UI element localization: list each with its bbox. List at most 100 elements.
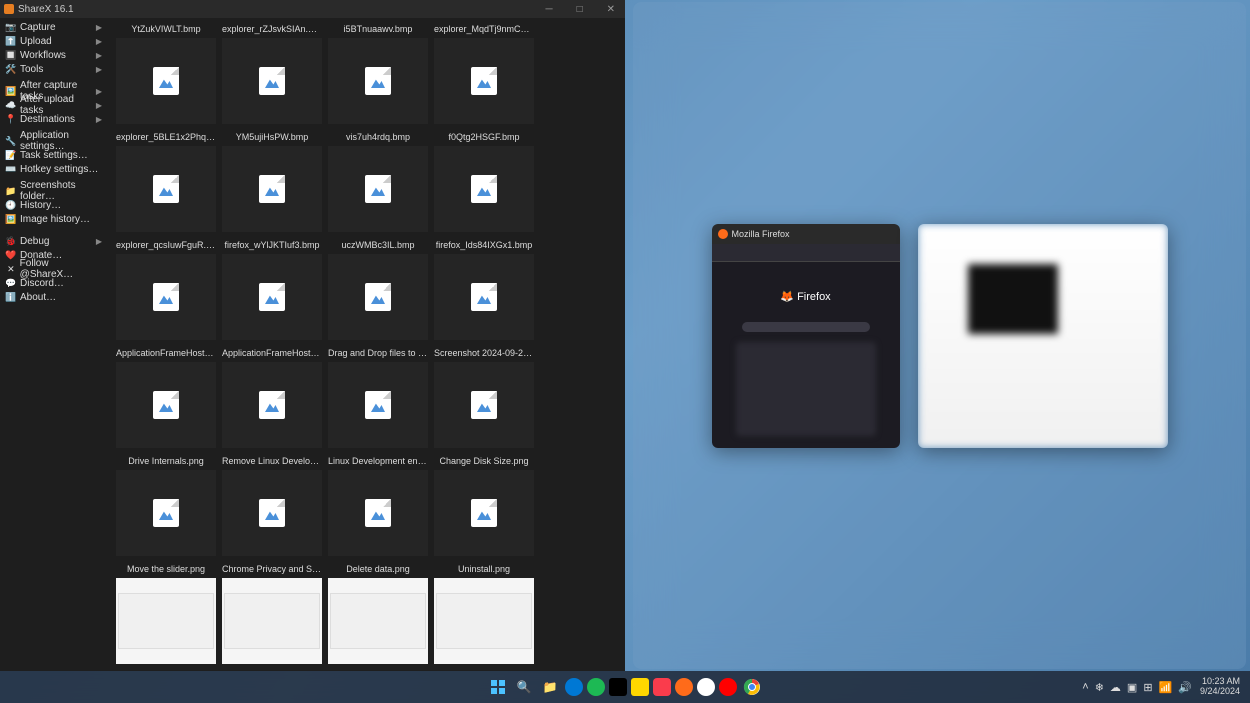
file-item[interactable]: Screenshot 2024-09-21 12… xyxy=(434,346,534,448)
bmp-file-icon xyxy=(153,499,179,527)
file-thumbnail xyxy=(328,146,428,232)
sidebar-label: Discord… xyxy=(20,278,64,289)
file-thumbnail xyxy=(328,470,428,556)
start-button[interactable] xyxy=(487,676,509,698)
sidebar-item[interactable]: ℹ️ About… xyxy=(0,290,108,304)
onedrive-icon[interactable]: ☁ xyxy=(1110,681,1121,694)
search-icon[interactable]: 🔍 xyxy=(513,676,535,698)
sidebar-item[interactable]: 🐞Debug▶ xyxy=(0,234,108,248)
youtube-icon[interactable] xyxy=(719,678,737,696)
file-item[interactable]: explorer_qcsIuwFguR.bmp xyxy=(116,238,216,340)
sidebar-item[interactable]: 📷Capture▶ xyxy=(0,20,108,34)
bmp-file-icon xyxy=(153,391,179,419)
file-item[interactable]: explorer_5BLE1x2Phq.bmp xyxy=(116,130,216,232)
sidebar-label: About… xyxy=(20,292,56,303)
file-item[interactable]: explorer_rZJsvkSIAn.bmp xyxy=(222,22,322,124)
taskbar-clock[interactable]: 10:23 AM 9/24/2024 xyxy=(1200,677,1240,697)
explorer-icon[interactable]: 📁 xyxy=(539,676,561,698)
snap-preview-second[interactable] xyxy=(918,224,1168,448)
file-item[interactable]: Change Disk Size.png xyxy=(434,454,534,556)
file-item[interactable]: uczWMBc3IL.bmp xyxy=(328,238,428,340)
firefox-taskbar-icon[interactable] xyxy=(675,678,693,696)
file-item[interactable]: Drag and Drop files to Goo… xyxy=(328,346,428,448)
bmp-file-icon xyxy=(471,391,497,419)
sidebar-icon: ✕ xyxy=(6,264,16,274)
maximize-button[interactable]: □ xyxy=(571,4,589,15)
sidebar-item[interactable]: ⌨️Hotkey settings… xyxy=(0,162,108,176)
file-item[interactable]: f0Qtg2HSGF.bmp xyxy=(434,130,534,232)
sidebar-icon: 🔲 xyxy=(6,50,16,60)
tray-icon-3[interactable]: ⊞ xyxy=(1143,681,1152,694)
sidebar-label: Upload xyxy=(20,36,52,47)
file-item[interactable]: ApplicationFrameHost_Kd… xyxy=(222,346,322,448)
sidebar-label: Debug xyxy=(20,236,49,247)
app-icon-1[interactable] xyxy=(609,678,627,696)
file-item[interactable]: ApplicationFrameHost_Gc… xyxy=(116,346,216,448)
titlebar[interactable]: ShareX 16.1 ─ □ ✕ xyxy=(0,0,625,18)
edge-icon[interactable] xyxy=(565,678,583,696)
file-item[interactable]: explorer_MqdTj9nmCe.bmp xyxy=(434,22,534,124)
file-item[interactable]: Move the slider.png xyxy=(116,562,216,664)
bmp-file-icon xyxy=(153,283,179,311)
file-thumbnail xyxy=(434,254,534,340)
file-item[interactable]: vis7uh4rdq.bmp xyxy=(328,130,428,232)
sidebar-icon: 🛠️ xyxy=(6,64,16,74)
sidebar-item[interactable]: ✕Follow @ShareX… xyxy=(0,262,108,276)
file-item[interactable]: Chrome Privacy and Securi… xyxy=(222,562,322,664)
sidebar-item[interactable]: 🔲Workflows▶ xyxy=(0,48,108,62)
file-item[interactable]: Linux Development enviro… xyxy=(328,454,428,556)
sidebar-icon: 🔧 xyxy=(6,136,16,146)
sidebar-item[interactable]: 🔧Application settings… xyxy=(0,134,108,148)
close-button[interactable]: ✕ xyxy=(601,4,621,15)
firefox-tiles-mock xyxy=(736,342,876,436)
firefox-icon xyxy=(718,229,728,239)
sidebar-item[interactable]: 🖼️Image history… xyxy=(0,212,108,226)
file-name: Drag and Drop files to Goo… xyxy=(328,346,428,360)
sidebar-label: Task settings… xyxy=(20,150,88,161)
firefox-logo-text: 🦊 Firefox xyxy=(712,290,900,303)
sharex-logo-icon xyxy=(4,4,14,14)
file-name: Uninstall.png xyxy=(458,562,510,576)
bmp-file-icon xyxy=(259,175,285,203)
file-item[interactable]: Remove Linux Developme… xyxy=(222,454,322,556)
volume-icon[interactable]: 🔊 xyxy=(1178,681,1192,694)
file-thumbnail xyxy=(434,362,534,448)
file-item[interactable]: YM5ujiHsPW.bmp xyxy=(222,130,322,232)
app-title: ShareX 16.1 xyxy=(18,4,74,15)
sidebar-item[interactable]: ⬆️Upload▶ xyxy=(0,34,108,48)
spotify-icon[interactable] xyxy=(587,678,605,696)
app-icon-2[interactable] xyxy=(631,678,649,696)
file-thumbnail xyxy=(434,146,534,232)
minimize-button[interactable]: ─ xyxy=(539,4,558,15)
chrome-icon[interactable] xyxy=(741,676,763,698)
sidebar-icon: 💬 xyxy=(6,278,16,288)
file-thumbnail xyxy=(434,38,534,124)
sidebar-item[interactable]: 📁Screenshots folder… xyxy=(0,184,108,198)
file-item[interactable]: YtZukVIWLT.bmp xyxy=(116,22,216,124)
teams-icon[interactable] xyxy=(697,678,715,696)
tray-chevron-icon[interactable]: ˄ xyxy=(1082,681,1088,693)
file-item[interactable]: firefox_wYlJKTIuf3.bmp xyxy=(222,238,322,340)
sidebar-icon: ℹ️ xyxy=(6,292,16,302)
file-item[interactable]: i5BTnuaawv.bmp xyxy=(328,22,428,124)
sidebar-item[interactable]: 🛠️Tools▶ xyxy=(0,62,108,76)
music-icon[interactable] xyxy=(653,678,671,696)
file-item[interactable]: Uninstall.png xyxy=(434,562,534,664)
file-item[interactable]: Drive Internals.png xyxy=(116,454,216,556)
taskbar-center: 🔍 📁 xyxy=(487,676,763,698)
system-tray[interactable]: ˄ ❄ ☁ ▣ ⊞ 📶 🔊 xyxy=(1082,681,1192,694)
file-item[interactable]: firefox_Ids84IXGx1.bmp xyxy=(434,238,534,340)
tray-icon-2[interactable]: ▣ xyxy=(1127,681,1137,694)
file-item[interactable]: Delete data.png xyxy=(328,562,428,664)
file-thumbnail xyxy=(328,578,428,664)
sidebar-item[interactable]: ☁️After upload tasks▶ xyxy=(0,98,108,112)
wifi-icon[interactable]: 📶 xyxy=(1159,681,1173,694)
file-thumbnail xyxy=(116,578,216,664)
snap-preview-firefox[interactable]: Mozilla Firefox 🦊 Firefox xyxy=(712,224,900,448)
file-thumbnail xyxy=(116,146,216,232)
bmp-file-icon xyxy=(471,283,497,311)
tray-icon[interactable]: ❄ xyxy=(1095,681,1104,694)
sidebar-icon: 📝 xyxy=(6,150,16,160)
chevron-right-icon: ▶ xyxy=(96,65,102,74)
clock-date: 9/24/2024 xyxy=(1200,687,1240,697)
